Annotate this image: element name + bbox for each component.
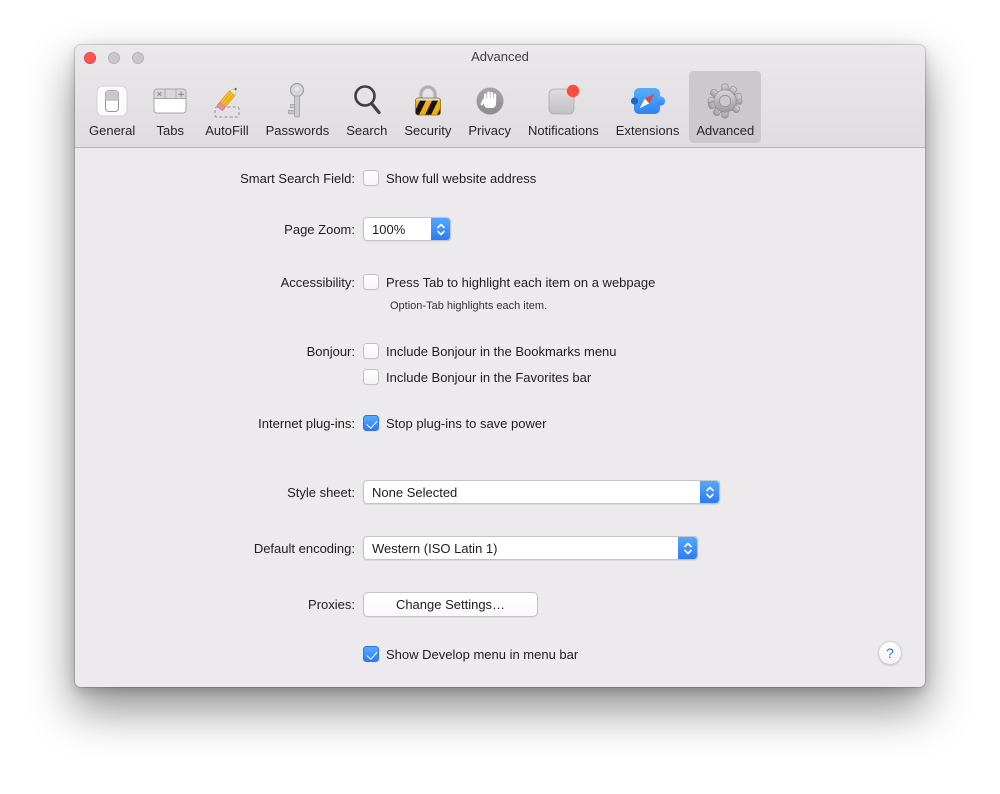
tabs-window-icon: × + [152, 79, 188, 123]
advanced-gear-icon [706, 79, 744, 123]
privacy-hand-icon [473, 79, 507, 123]
accessibility-note: Option-Tab highlights each item. [390, 300, 547, 312]
row-bonjour-1: Bonjour: Include Bonjour in the Bookmark… [75, 338, 925, 364]
checkbox-label[interactable]: Press Tab to highlight each item on a we… [386, 275, 655, 290]
smart-search-field-label: Smart Search Field: [75, 171, 355, 186]
tab-label: Privacy [468, 123, 511, 138]
tab-security[interactable]: Security [397, 71, 458, 143]
popup-chevrons-icon [431, 218, 450, 240]
popup-chevrons-icon [700, 481, 719, 503]
tab-extensions[interactable]: Extensions [609, 71, 687, 143]
show-develop-menu-checkbox[interactable] [363, 646, 379, 662]
bonjour-bookmarks-checkbox[interactable] [363, 343, 379, 359]
row-default-encoding: Default encoding: Western (ISO Latin 1) [75, 535, 925, 561]
passwords-key-icon [285, 79, 309, 123]
row-develop-menu: Show Develop menu in menu bar [75, 641, 925, 667]
svg-text:+: + [177, 90, 185, 100]
security-lock-icon [411, 79, 445, 123]
style-sheet-label: Style sheet: [75, 485, 355, 500]
page-zoom-popup[interactable]: 100% [363, 217, 451, 241]
accessibility-label: Accessibility: [75, 275, 355, 290]
tab-label: AutoFill [205, 123, 248, 138]
tab-label: Passwords [266, 123, 330, 138]
bonjour-label: Bonjour: [75, 344, 355, 359]
show-full-website-address-checkbox[interactable] [363, 170, 379, 186]
checkbox-label[interactable]: Show full website address [386, 171, 536, 186]
default-encoding-label: Default encoding: [75, 541, 355, 556]
preferences-toolbar: General × + Tabs [82, 70, 761, 144]
press-tab-highlight-checkbox[interactable] [363, 274, 379, 290]
change-settings-button[interactable]: Change Settings… [363, 592, 538, 617]
checkbox-label[interactable]: Show Develop menu in menu bar [386, 647, 578, 662]
tab-label: Notifications [528, 123, 599, 138]
style-sheet-value: None Selected [364, 485, 700, 500]
checkbox-label[interactable]: Include Bonjour in the Favorites bar [386, 370, 591, 385]
row-page-zoom: Page Zoom: 100% [75, 216, 925, 242]
bonjour-favorites-checkbox[interactable] [363, 369, 379, 385]
page-zoom-value: 100% [364, 222, 431, 237]
page-zoom-label: Page Zoom: [75, 222, 355, 237]
checkbox-label[interactable]: Stop plug-ins to save power [386, 416, 546, 431]
row-bonjour-2: Include Bonjour in the Favorites bar [75, 364, 925, 390]
extensions-puzzle-icon [629, 79, 667, 123]
help-button[interactable]: ? [878, 641, 902, 665]
popup-chevrons-icon [678, 537, 697, 559]
tab-label: Advanced [696, 123, 754, 138]
general-switch-icon [95, 79, 129, 123]
row-accessibility: Accessibility: Press Tab to highlight ea… [75, 269, 925, 295]
tab-search[interactable]: Search [339, 71, 394, 143]
default-encoding-value: Western (ISO Latin 1) [364, 541, 678, 556]
search-magnifier-icon [350, 79, 384, 123]
tab-label: Security [404, 123, 451, 138]
desktop-background: Advanced General [0, 0, 1000, 794]
notifications-badge-icon [545, 79, 581, 123]
tab-tabs[interactable]: × + Tabs [145, 71, 195, 143]
tab-general[interactable]: General [82, 71, 142, 143]
tab-label: Tabs [157, 123, 184, 138]
stop-plugins-checkbox[interactable] [363, 415, 379, 431]
tab-notifications[interactable]: Notifications [521, 71, 606, 143]
tab-autofill[interactable]: AutoFill [198, 71, 255, 143]
internet-plugins-label: Internet plug-ins: [75, 416, 355, 431]
tab-advanced[interactable]: Advanced [689, 71, 761, 143]
window-header: Advanced General [75, 45, 925, 148]
window-title: Advanced [75, 49, 925, 64]
tab-label: General [89, 123, 135, 138]
tab-label: Extensions [616, 123, 680, 138]
checkbox-label[interactable]: Include Bonjour in the Bookmarks menu [386, 344, 617, 359]
tab-privacy[interactable]: Privacy [461, 71, 518, 143]
proxies-label: Proxies: [75, 597, 355, 612]
tab-passwords[interactable]: Passwords [259, 71, 337, 143]
row-proxies: Proxies: Change Settings… [75, 591, 925, 617]
row-style-sheet: Style sheet: None Selected [75, 479, 925, 505]
row-smart-search-field: Smart Search Field: Show full website ad… [75, 165, 925, 191]
tab-label: Search [346, 123, 387, 138]
row-internet-plugins: Internet plug-ins: Stop plug-ins to save… [75, 410, 925, 436]
svg-text:×: × [156, 90, 163, 99]
safari-preferences-window: Advanced General [75, 45, 925, 687]
autofill-pencil-icon [208, 79, 246, 123]
style-sheet-select[interactable]: None Selected [363, 480, 720, 504]
default-encoding-select[interactable]: Western (ISO Latin 1) [363, 536, 698, 560]
